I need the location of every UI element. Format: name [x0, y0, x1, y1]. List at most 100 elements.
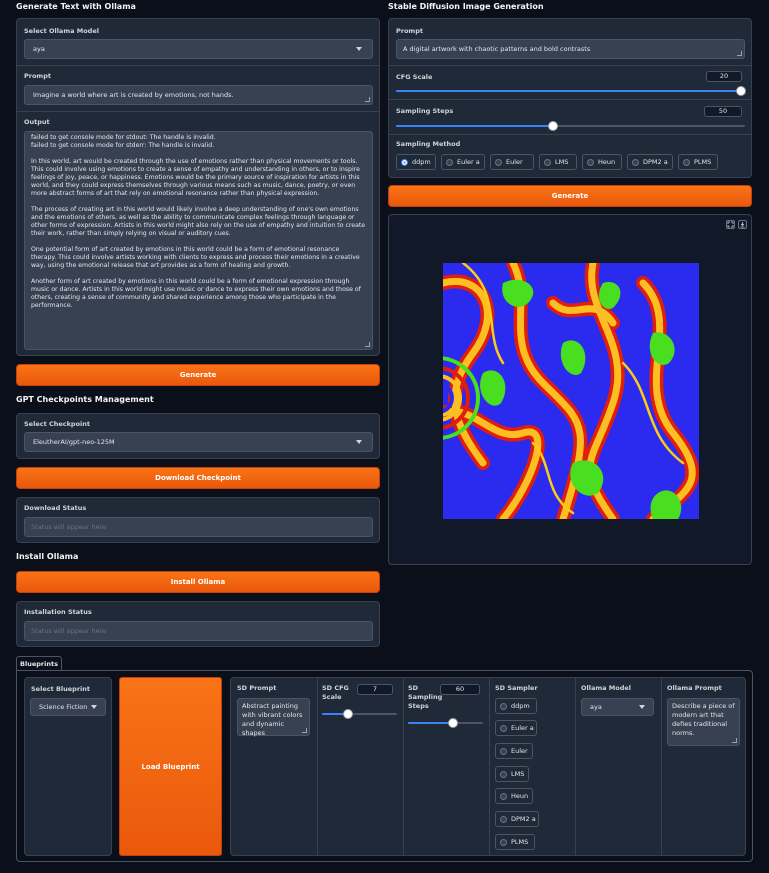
- method-heun[interactable]: Heun: [582, 154, 622, 170]
- cfg-slider-fill: [396, 90, 741, 92]
- load-blueprint-button[interactable]: Load Blueprint: [119, 677, 222, 856]
- method-euler-label: Euler: [506, 158, 523, 166]
- blueprint-select-panel: Select Blueprint Science Fiction: [24, 677, 112, 856]
- ollama-model-dropdown[interactable]: aya: [24, 39, 373, 59]
- method-lms[interactable]: LMS: [539, 154, 577, 170]
- bp-ollama-prompt-textarea[interactable]: Describe a piece of modern art that defi…: [667, 698, 740, 746]
- fullscreen-icon[interactable]: [726, 220, 735, 229]
- checkpoint-dropdown[interactable]: EleutherAI/gpt-neo-125M: [24, 432, 373, 452]
- bp-sampler-dpm2-a-label: DPM2 a: [511, 815, 536, 823]
- radio-dot: [446, 158, 453, 166]
- method-lms-label: LMS: [555, 158, 569, 166]
- tab-blueprints[interactable]: Blueprints: [16, 656, 62, 671]
- bp-steps-number-input[interactable]: 60: [440, 684, 480, 695]
- sd-prompt-value: A digital artwork with chaotic patterns …: [403, 45, 591, 53]
- checkpoints-title: GPT Checkpoints Management: [16, 395, 154, 404]
- download-icon[interactable]: [738, 220, 747, 229]
- radio-dot: [500, 792, 507, 800]
- bp-sd-prompt-label: SD Prompt: [237, 684, 277, 692]
- bp-sampler-heun[interactable]: Heun: [495, 788, 533, 804]
- chevron-down-icon: [91, 705, 97, 709]
- radio-dot: [632, 158, 639, 166]
- radio-dot: [544, 158, 551, 166]
- cfg-number-input[interactable]: 20: [706, 71, 742, 82]
- install-status-label: Installation Status: [24, 608, 92, 616]
- sd-section-title: Stable Diffusion Image Generation: [388, 2, 544, 11]
- prompt-value: Imagine a world where art is created by …: [33, 91, 234, 99]
- bp-sampler-heun-label: Heun: [511, 792, 529, 800]
- sd-prompt-label: Prompt: [396, 27, 423, 35]
- radio-dot: [500, 747, 507, 755]
- method-ddpm[interactable]: ddpm: [396, 154, 436, 170]
- sd-settings-panel: Prompt A digital artwork with chaotic pa…: [388, 18, 752, 178]
- method-euler-a-label: Euler a: [457, 158, 480, 166]
- bp-steps-slider[interactable]: [408, 718, 483, 728]
- method-plms[interactable]: PLMS: [678, 154, 718, 170]
- generate-image-button[interactable]: Generate: [388, 185, 752, 207]
- bp-ollama-model-label: Ollama Model: [581, 684, 632, 692]
- download-status-field[interactable]: Status will appear here: [24, 517, 373, 537]
- bp-steps-slider-knob[interactable]: [448, 718, 458, 728]
- generated-image-panel: [388, 214, 752, 565]
- bp-sampler-lms[interactable]: LMS: [495, 766, 529, 782]
- bp-cfg-slider-knob[interactable]: [343, 709, 354, 719]
- method-plms-label: PLMS: [694, 158, 712, 166]
- bp-cfg-slider[interactable]: [322, 709, 397, 719]
- chevron-down-icon: [639, 705, 645, 709]
- output-textarea[interactable]: failed to get console mode for stdout: T…: [24, 131, 373, 350]
- output-text: failed to get console mode for stdout: T…: [31, 134, 366, 309]
- install-status-panel: Installation Status Status will appear h…: [16, 601, 380, 647]
- radio-dot: [401, 158, 408, 166]
- steps-slider-knob[interactable]: [548, 121, 559, 131]
- generate-text-button[interactable]: Generate: [16, 364, 380, 386]
- bp-ollama-model-value: aya: [590, 703, 602, 711]
- checkpoint-value: EleutherAI/gpt-neo-125M: [33, 438, 115, 446]
- steps-label: Sampling Steps: [396, 107, 454, 115]
- download-checkpoint-button[interactable]: Download Checkpoint: [16, 467, 380, 489]
- install-status-field[interactable]: Status will appear here: [24, 621, 373, 641]
- blueprint-dropdown[interactable]: Science Fiction: [30, 698, 106, 716]
- blueprint-settings-panel: SD Prompt Abstract painting with vibrant…: [230, 677, 746, 856]
- cfg-slider[interactable]: [396, 86, 746, 96]
- ollama-text-panel: Select Ollama Model aya Prompt Imagine a…: [16, 18, 380, 356]
- prompt-textarea[interactable]: Imagine a world where art is created by …: [24, 85, 373, 105]
- bp-sampler-euler[interactable]: Euler: [495, 743, 533, 759]
- radio-dot: [500, 702, 507, 710]
- bp-sampler-euler-a[interactable]: Euler a: [495, 720, 537, 736]
- radio-dot: [500, 838, 507, 846]
- prompt-label: Prompt: [24, 72, 51, 80]
- model-value: aya: [33, 45, 45, 53]
- bp-sd-prompt-textarea[interactable]: Abstract painting with vibrant colors an…: [237, 698, 310, 737]
- sd-prompt-textarea[interactable]: A digital artwork with chaotic patterns …: [396, 39, 745, 59]
- bp-steps-label: SD Sampling Steps: [408, 684, 443, 710]
- bp-sd-prompt-value: Abstract painting with vibrant colors an…: [242, 702, 303, 737]
- method-euler-a[interactable]: Euler a: [441, 154, 485, 170]
- bp-ollama-prompt-value: Describe a piece of modern art that defi…: [672, 702, 735, 737]
- bp-cfg-number-input[interactable]: 7: [357, 684, 393, 695]
- blueprint-select-label: Select Blueprint: [31, 685, 90, 693]
- radio-dot: [683, 158, 690, 166]
- checkpoint-label: Select Checkpoint: [24, 420, 91, 428]
- method-dpm2-a[interactable]: DPM2 a: [627, 154, 673, 170]
- output-label: Output: [24, 118, 50, 126]
- bp-sampler-label: SD Sampler: [495, 684, 538, 692]
- radio-dot: [500, 770, 507, 778]
- cfg-slider-knob[interactable]: [736, 86, 746, 96]
- chevron-down-icon: [356, 47, 362, 51]
- bp-sampler-plms[interactable]: PLMS: [495, 834, 535, 850]
- model-label: Select Ollama Model: [24, 27, 99, 35]
- method-euler[interactable]: Euler: [490, 154, 534, 170]
- radio-dot: [500, 724, 507, 732]
- bp-ollama-model-dropdown[interactable]: aya: [581, 698, 654, 716]
- method-ddpm-label: ddpm: [412, 158, 431, 166]
- download-status-label: Download Status: [24, 504, 87, 512]
- bp-sampler-ddpm-label: ddpm: [511, 702, 530, 710]
- bp-cfg-label: SD CFG Scale: [322, 684, 349, 701]
- steps-number-input[interactable]: 50: [704, 106, 742, 117]
- method-dpm2-a-label: DPM2 a: [643, 158, 668, 166]
- bp-sampler-ddpm[interactable]: ddpm: [495, 698, 537, 714]
- bp-sampler-dpm2-a[interactable]: DPM2 a: [495, 811, 539, 827]
- steps-slider[interactable]: [396, 121, 745, 131]
- install-ollama-button[interactable]: Install Ollama: [16, 571, 380, 593]
- bp-steps-slider-fill: [408, 722, 453, 724]
